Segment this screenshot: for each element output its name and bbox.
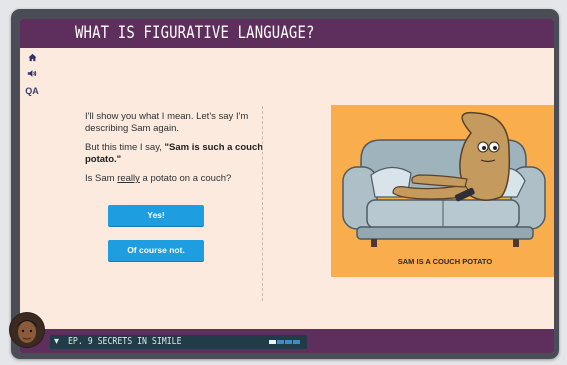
lesson-text: I'll show you what I mean. Let's say I'm… (85, 111, 265, 192)
couch-potato-drawing (342, 111, 546, 247)
answer-yes-button[interactable]: Yes! (108, 205, 204, 226)
progress-indicator (269, 340, 300, 344)
answer-no-button[interactable]: Of course not. (108, 240, 204, 261)
question-lead: Is Sam (85, 173, 118, 184)
episode-title: EP. 9 SECRETS IN SIMILE (68, 336, 182, 347)
paragraph-2: But this time I say, "Sam is such a couc… (85, 142, 265, 166)
lesson-screen: WHAT IS FIGURATIVE LANGUAGE? QA I'll sho… (20, 19, 554, 353)
page-title: WHAT IS FIGURATIVE LANGUAGE? (75, 23, 315, 43)
question-text: Is Sam really a potato on a couch? (85, 173, 265, 185)
title-bar: WHAT IS FIGURATIVE LANGUAGE? (20, 19, 554, 48)
progress-segment (269, 340, 276, 344)
progress-segment (285, 340, 292, 344)
illustration-caption: SAM IS A COUCH POTATO (397, 257, 493, 266)
chevron-down-icon: ▾ (54, 336, 60, 347)
paragraph-1: I'll show you what I mean. Let's say I'm… (85, 111, 249, 134)
couch-potato-illustration: SAM IS A COUCH POTATO (331, 105, 554, 277)
paragraph-2-lead: But this time I say, (85, 142, 165, 153)
column-divider (262, 106, 263, 301)
progress-segment (277, 340, 284, 344)
side-nav: QA (23, 51, 41, 99)
progress-segment (293, 340, 300, 344)
qa-button[interactable]: QA (23, 83, 41, 99)
avatar[interactable] (9, 312, 45, 348)
home-icon[interactable] (23, 51, 41, 67)
speaker-icon[interactable] (23, 67, 41, 83)
question-tail: a potato on a couch? (139, 173, 232, 184)
emphasis-word: really (117, 173, 140, 184)
